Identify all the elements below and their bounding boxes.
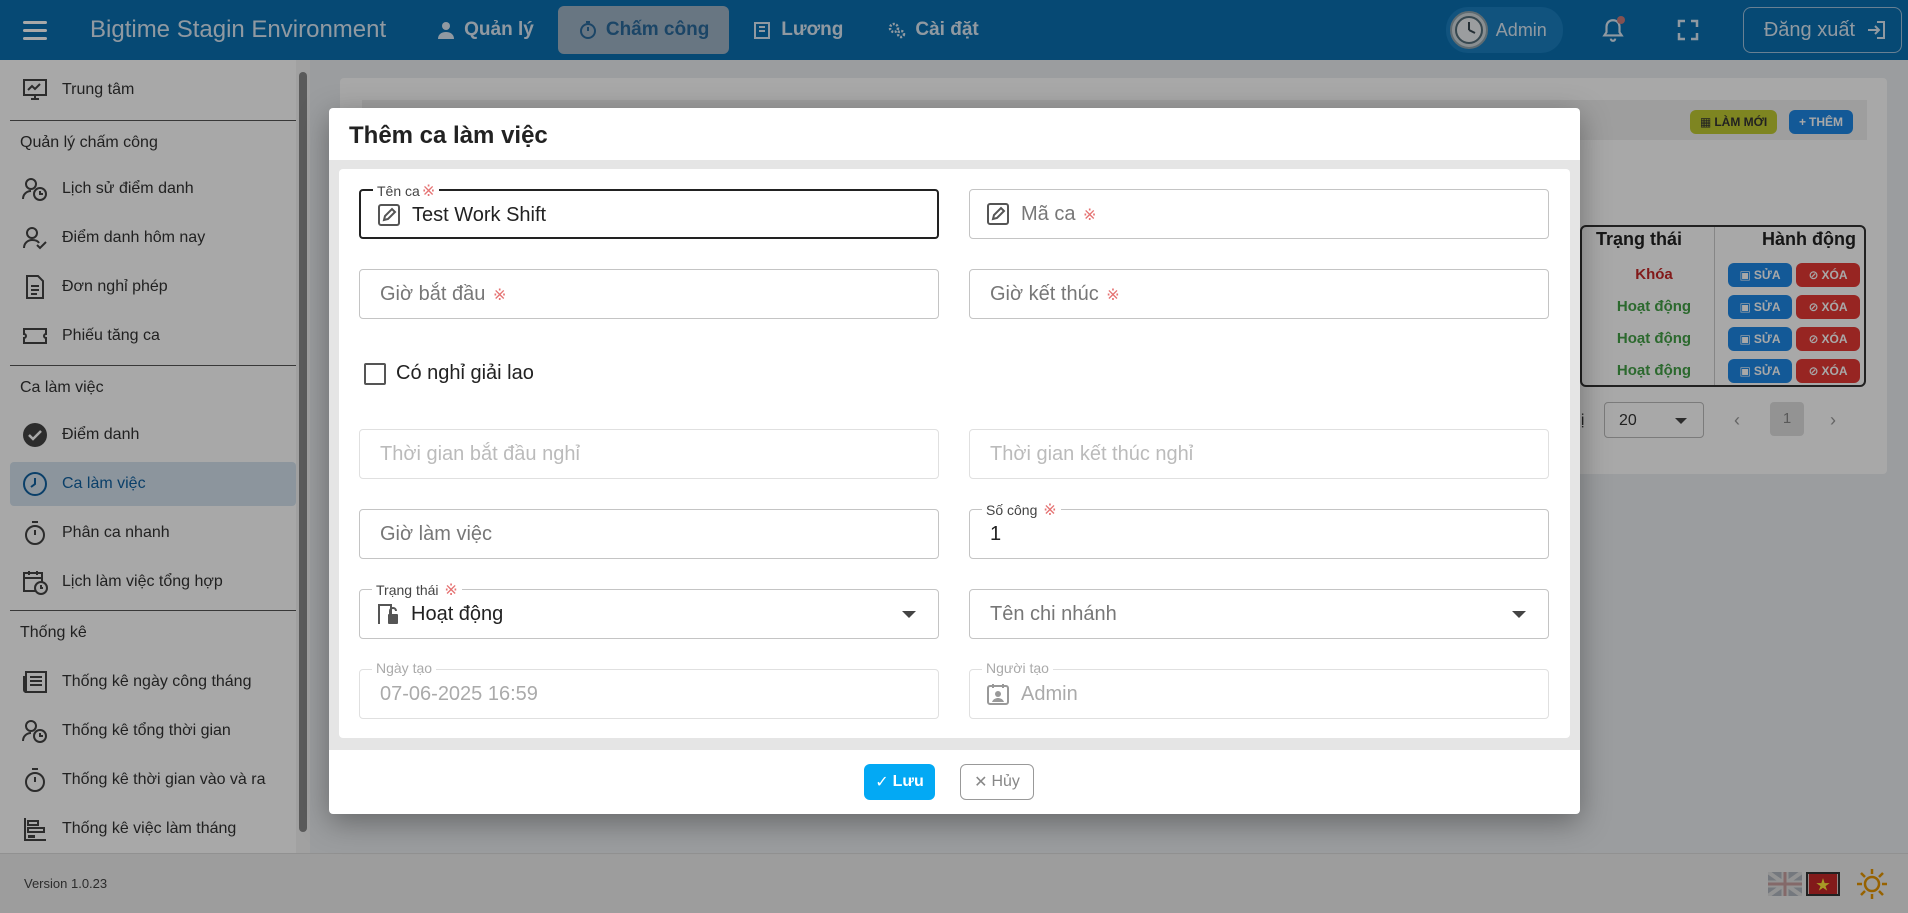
field-placeholder: Giờ kết thúc ※	[990, 283, 1120, 305]
close-icon: ✕	[974, 774, 988, 791]
working-hours-field[interactable]: Giờ làm việc	[359, 509, 939, 559]
field-value: Hoạt động	[411, 603, 504, 625]
branch-select[interactable]: Tên chi nhánh	[969, 589, 1549, 639]
status-select[interactable]: Trạng thái ※ Hoạt động	[359, 580, 939, 639]
field-label: Tên ca ※	[373, 181, 440, 201]
save-button[interactable]: ✓ Lưu	[864, 764, 935, 800]
checkbox-label: Có nghỉ giải lao	[396, 362, 534, 384]
cancel-label: Hủy	[991, 773, 1020, 790]
start-time-field[interactable]: Giờ bắt đầu ※	[359, 269, 939, 319]
check-icon: ✓	[875, 774, 889, 791]
shift-name-field[interactable]: Tên ca ※ Test Work Shift	[359, 181, 939, 239]
field-value: Test Work Shift	[412, 204, 547, 226]
shift-code-field[interactable]: Mã ca ※	[969, 189, 1549, 239]
field-label: Người tạo	[982, 660, 1053, 676]
break-checkbox-row[interactable]: Có nghỉ giải lao	[364, 362, 534, 385]
field-placeholder: Giờ bắt đầu ※	[380, 283, 507, 305]
field-placeholder: Tên chi nhánh	[990, 603, 1117, 625]
field-value: Admin	[1021, 683, 1078, 705]
break-end-field[interactable]: Thời gian kết thúc nghỉ	[969, 429, 1549, 479]
unlock-door-icon	[378, 604, 398, 624]
cancel-button[interactable]: ✕ Hủy	[960, 764, 1034, 800]
calendar-user-icon	[987, 684, 1009, 705]
break-start-field[interactable]: Thời gian bắt đầu nghỉ	[359, 429, 939, 479]
created-date-field: Ngày tạo 07-06-2025 16:59	[359, 660, 939, 719]
edit-icon	[987, 203, 1009, 225]
field-label: Trạng thái ※	[372, 580, 462, 600]
save-label: Lưu	[892, 773, 924, 790]
field-value: 1	[990, 523, 1002, 545]
edit-icon	[378, 204, 400, 226]
field-placeholder: Giờ làm việc	[380, 523, 493, 545]
creator-field: Người tạo Admin	[969, 660, 1549, 719]
chevron-down-icon	[1512, 611, 1526, 618]
field-value: 07-06-2025 16:59	[380, 683, 538, 705]
end-time-field[interactable]: Giờ kết thúc ※	[969, 269, 1549, 319]
field-placeholder: Thời gian kết thúc nghỉ	[990, 443, 1194, 465]
field-label: Số công ※	[982, 500, 1061, 520]
workday-count-field[interactable]: Số công ※ 1	[969, 500, 1549, 559]
field-placeholder: Mã ca ※	[1021, 203, 1097, 225]
break-checkbox[interactable]	[364, 362, 386, 385]
dialog-title: Thêm ca làm việc	[349, 122, 548, 149]
field-label: Ngày tạo	[372, 660, 437, 676]
field-placeholder: Thời gian bắt đầu nghỉ	[380, 443, 580, 465]
chevron-down-icon	[902, 611, 916, 618]
